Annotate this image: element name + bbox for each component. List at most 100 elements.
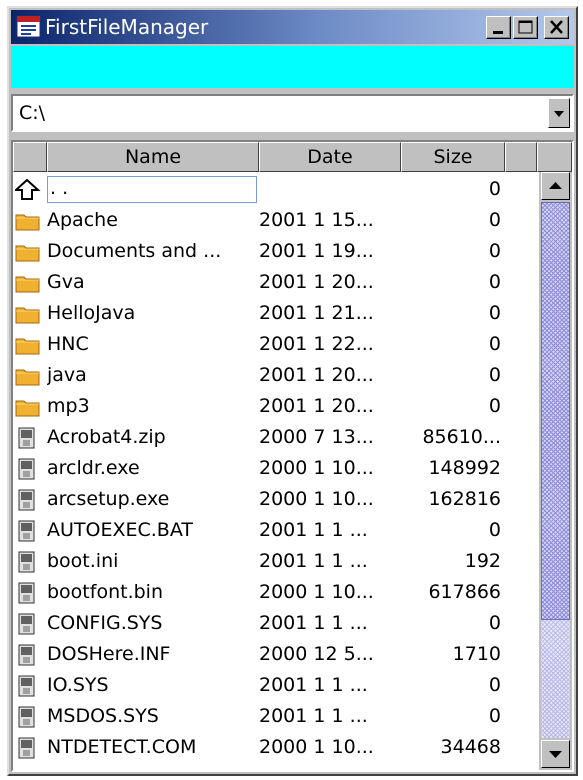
file-name: AUTOEXEC.BAT <box>47 519 193 541</box>
file-row[interactable]: MSDOS.SYS 2001 1 1 ... 0 <box>13 701 537 732</box>
file-size: 148992 <box>428 457 501 479</box>
file-name: java <box>47 364 87 386</box>
window-title: FirstFileManager <box>45 15 209 39</box>
title-bar[interactable]: FirstFileManager <box>11 10 574 44</box>
maximize-icon <box>518 20 533 34</box>
path-dropdown-button[interactable] <box>548 98 570 128</box>
file-row[interactable]: CONFIG.SYS 2001 1 1 ... 0 <box>13 608 537 639</box>
file-name: mp3 <box>47 395 90 417</box>
file-icon <box>15 675 41 697</box>
file-row[interactable]: HelloJava 2001 1 21... 0 <box>13 298 537 329</box>
file-date: 2000 1 10... <box>259 457 374 479</box>
file-row[interactable]: Documents and ... 2001 1 19... 0 <box>13 236 537 267</box>
file-size: 34468 <box>440 736 501 758</box>
file-row[interactable]: HNC 2001 1 22... 0 <box>13 329 537 360</box>
folder-icon <box>15 303 41 325</box>
file-date: 2001 1 20... <box>259 395 374 417</box>
file-date: 2000 1 10... <box>259 488 374 510</box>
path-combobox[interactable]: C:\ <box>11 94 574 132</box>
file-size: 0 <box>488 519 501 541</box>
file-row[interactable]: AUTOEXEC.BAT 2001 1 1 ... 0 <box>13 515 537 546</box>
app-icon <box>16 15 41 38</box>
file-date: 2000 1 10... <box>259 581 374 603</box>
file-row[interactable]: java 2001 1 20... 0 <box>13 360 537 391</box>
table-header: Name Date Size <box>13 142 572 172</box>
file-size: 192 <box>464 550 501 572</box>
file-row[interactable]: boot.ini 2001 1 1 ... 192 <box>13 546 537 577</box>
file-size: 0 <box>488 705 501 727</box>
file-name: CONFIG.SYS <box>47 612 163 634</box>
file-size: 162816 <box>428 488 501 510</box>
file-size: 0 <box>488 178 501 200</box>
file-row[interactable]: IO.SYS 2001 1 1 ... 0 <box>13 670 537 701</box>
file-date: 2001 1 1 ... <box>259 519 368 541</box>
file-date: 2001 1 19... <box>259 240 374 262</box>
file-size: 0 <box>488 302 501 324</box>
file-name: Documents and ... <box>47 240 222 262</box>
file-row[interactable]: Acrobat4.zip 2000 7 13... 85610... <box>13 422 537 453</box>
close-icon <box>550 20 563 34</box>
file-size: 617866 <box>428 581 501 603</box>
folder-icon <box>15 210 41 232</box>
toolbar-area <box>11 46 574 88</box>
scroll-down-button[interactable] <box>541 740 570 768</box>
file-row[interactable]: arcldr.exe 2000 1 10... 148992 <box>13 453 537 484</box>
file-row[interactable]: NTDETECT.COM 2000 1 10... 34468 <box>13 732 537 763</box>
file-date: 2001 1 21... <box>259 302 374 324</box>
file-icon <box>15 458 41 480</box>
header-corner <box>537 142 572 172</box>
file-date: 2001 1 1 ... <box>259 674 368 696</box>
maximize-button[interactable] <box>513 16 538 39</box>
file-icon <box>15 644 41 666</box>
header-name[interactable]: Name <box>47 142 259 172</box>
close-button[interactable] <box>544 16 569 39</box>
file-row[interactable]: mp3 2001 1 20... 0 <box>13 391 537 422</box>
file-size: 1710 <box>452 643 501 665</box>
file-name: NTDETECT.COM <box>47 736 197 758</box>
file-icon <box>15 551 41 573</box>
file-date: 2001 1 22... <box>259 333 374 355</box>
arrow-down-icon <box>549 751 562 758</box>
file-size: 85610... <box>422 426 501 448</box>
vertical-scrollbar[interactable] <box>539 172 572 770</box>
scroll-thumb[interactable] <box>541 202 570 620</box>
file-name: boot.ini <box>47 550 119 572</box>
file-date: 2001 1 20... <box>259 271 374 293</box>
scroll-up-button[interactable] <box>541 172 570 200</box>
file-name: . . <box>47 176 257 203</box>
file-name: MSDOS.SYS <box>47 705 159 727</box>
file-name: arcldr.exe <box>47 457 140 479</box>
header-size[interactable]: Size <box>401 142 505 172</box>
file-size: 0 <box>488 674 501 696</box>
path-value: C:\ <box>19 102 46 124</box>
file-size: 0 <box>488 209 501 231</box>
arrow-up-icon <box>549 182 562 189</box>
folder-icon <box>15 272 41 294</box>
file-name: bootfont.bin <box>47 581 163 603</box>
header-extra-column[interactable] <box>505 142 537 172</box>
file-size: 0 <box>488 271 501 293</box>
file-date: 2000 1 10... <box>259 736 374 758</box>
file-row[interactable]: arcsetup.exe 2000 1 10... 162816 <box>13 484 537 515</box>
file-row[interactable]: DOSHere.INF 2000 12 5... 1710 <box>13 639 537 670</box>
file-date: 2001 1 1 ... <box>259 550 368 572</box>
file-icon <box>15 427 41 449</box>
header-date[interactable]: Date <box>259 142 401 172</box>
file-date: 2001 1 15... <box>259 209 374 231</box>
file-name: Apache <box>47 209 118 231</box>
file-icon <box>15 582 41 604</box>
minimize-button[interactable] <box>486 16 511 39</box>
file-name: Gva <box>47 271 85 293</box>
file-row[interactable]: bootfont.bin 2000 1 10... 617866 <box>13 577 537 608</box>
file-manager-window: FirstFileManager C:\ Name Date Size . . … <box>7 6 578 776</box>
file-row[interactable]: . . 0 <box>13 174 537 205</box>
file-date: 2001 1 1 ... <box>259 705 368 727</box>
folder-icon <box>15 241 41 263</box>
file-icon <box>15 489 41 511</box>
file-row[interactable]: Apache 2001 1 15... 0 <box>13 205 537 236</box>
file-row[interactable]: Gva 2001 1 20... 0 <box>13 267 537 298</box>
file-icon <box>15 520 41 542</box>
file-name: Acrobat4.zip <box>47 426 166 448</box>
header-icon-column[interactable] <box>13 142 47 172</box>
file-size: 0 <box>488 395 501 417</box>
